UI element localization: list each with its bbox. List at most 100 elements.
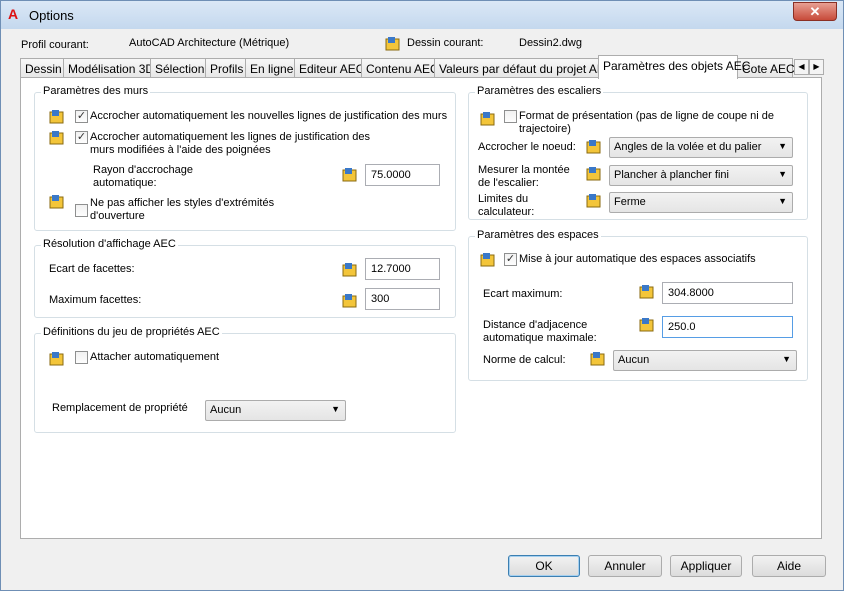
max-adjacency-input[interactable]: 250.0 (662, 316, 793, 338)
presentation-format-label-2: trajectoire) (519, 123, 571, 135)
profile-label: Profil courant: (21, 39, 89, 51)
drawing-value: Dessin2.dwg (519, 37, 582, 49)
tab-profils[interactable]: Profils (205, 58, 246, 78)
drawing-override-icon[interactable] (586, 139, 601, 154)
drawing-override-icon[interactable] (49, 109, 64, 124)
walls-autosnap-new-checkbox[interactable]: ✓ (75, 110, 88, 123)
auto-attach-label: Attacher automatiquement (90, 351, 220, 363)
hide-opening-endcaps-checkbox[interactable] (75, 204, 88, 217)
profile-value: AutoCAD Architecture (Métrique) (129, 37, 290, 49)
drawing-override-icon[interactable] (49, 194, 64, 209)
tab-scroll-left-icon[interactable]: ◀ (794, 59, 809, 75)
drawing-override-icon[interactable] (342, 262, 357, 277)
property-override-label: Remplacement de propriété (52, 402, 188, 414)
tab-contenu-aec[interactable]: Contenu AEC (361, 58, 439, 78)
tab-editeur-aec[interactable]: Editeur AEC (294, 58, 364, 78)
options-dialog: A Options ✕ Profil courant: AutoCAD Arch… (0, 0, 844, 591)
spaces-group: Paramètres des espaces ✓ Mise à jour aut… (468, 229, 808, 381)
walls-autosnap-grips-label-1: Accrocher automatiquement les lignes de … (90, 131, 371, 143)
property-sets-group-title: Définitions du jeu de propriétés AEC (41, 326, 222, 338)
resolution-group: Résolution d'affichage AEC Ecart de face… (34, 238, 456, 318)
title-bar: A Options ✕ (1, 1, 843, 29)
walls-autosnap-grips-label-2: murs modifiées à l'aide des poignées (90, 144, 271, 156)
calculator-limits-value: Ferme (614, 196, 646, 208)
tab-valeurs-par-defaut[interactable]: Valeurs par défaut du projet AEC (434, 58, 614, 78)
walls-group: Paramètres des murs ✓ Accrocher automati… (34, 85, 456, 231)
hide-opening-endcaps-label-2: d'ouverture (90, 210, 145, 222)
stairs-group-title: Paramètres des escaliers (475, 85, 604, 97)
snap-node-value: Angles de la volée et du palier (614, 141, 762, 153)
calc-standard-label: Norme de calcul: (483, 354, 566, 366)
snap-node-label: Accrocher le noeud: (478, 141, 576, 153)
max-facets-input[interactable]: 300 (365, 288, 440, 310)
autocad-logo-icon: A (8, 6, 19, 22)
tab-modelisation-3d[interactable]: Modélisation 3D (63, 58, 154, 78)
measure-rise-label-1: Mesurer la montée (478, 164, 570, 176)
chevron-down-icon: ▼ (782, 354, 791, 364)
tab-content-panel: Paramètres des murs ✓ Accrocher automati… (20, 77, 822, 539)
spaces-auto-update-label: Mise à jour automatique des espaces asso… (519, 253, 756, 265)
spaces-group-title: Paramètres des espaces (475, 229, 601, 241)
ok-button[interactable]: OK (508, 555, 580, 577)
drawing-icon (385, 37, 400, 51)
measure-rise-select[interactable]: Plancher à plancher fini ▼ (609, 165, 793, 186)
drawing-override-icon[interactable] (586, 166, 601, 181)
tab-parametres-objets-aec[interactable]: Paramètres des objets AEC (598, 55, 750, 79)
drawing-override-icon[interactable] (342, 293, 357, 308)
measure-rise-label-2: de l'escalier: (478, 177, 539, 189)
measure-rise-value: Plancher à plancher fini (614, 169, 729, 181)
max-gap-label: Ecart maximum: (483, 288, 563, 300)
spaces-auto-update-checkbox[interactable]: ✓ (504, 253, 517, 266)
property-sets-group: Définitions du jeu de propriétés AEC Att… (34, 326, 456, 433)
snap-radius-input[interactable]: 75.0000 (365, 164, 440, 186)
chevron-down-icon: ▼ (331, 404, 340, 414)
drawing-override-icon[interactable] (49, 351, 64, 366)
walls-autosnap-new-label: Accrocher automatiquement les nouvelles … (90, 110, 448, 122)
tab-en-ligne[interactable]: En ligne (245, 58, 295, 78)
drawing-override-icon[interactable] (586, 193, 601, 208)
apply-button[interactable]: Appliquer (670, 555, 742, 577)
calculator-limits-label-1: Limites du (478, 193, 529, 205)
max-facets-label: Maximum facettes: (49, 294, 142, 306)
property-override-value: Aucun (210, 404, 242, 416)
drawing-override-icon[interactable] (639, 284, 654, 299)
snap-radius-label-1: Rayon d'accrochage (93, 164, 193, 176)
max-adjacency-label-2: automatique maximale: (483, 332, 597, 344)
calculator-limits-label-2: calculateur: (478, 206, 535, 218)
drawing-override-icon[interactable] (49, 130, 64, 145)
walls-group-title: Paramètres des murs (41, 85, 151, 97)
snap-radius-label-2: automatique: (93, 177, 157, 189)
tab-selection[interactable]: Sélection (150, 58, 206, 78)
facet-deviation-label: Ecart de facettes: (49, 263, 135, 275)
calc-standard-value: Aucun (618, 354, 650, 366)
presentation-format-label-1: Format de présentation (pas de ligne de … (519, 110, 774, 122)
drawing-override-icon[interactable] (590, 351, 605, 366)
hide-opening-endcaps-label-1: Ne pas afficher les styles d'extrémités (90, 197, 275, 209)
drawing-override-icon[interactable] (639, 317, 654, 332)
property-override-select[interactable]: Aucun ▼ (205, 400, 346, 421)
resolution-group-title: Résolution d'affichage AEC (41, 238, 178, 250)
drawing-override-icon[interactable] (480, 111, 495, 126)
chevron-down-icon: ▼ (778, 196, 787, 206)
max-adjacency-label-1: Distance d'adjacence (483, 319, 588, 331)
calc-standard-select[interactable]: Aucun ▼ (613, 350, 797, 371)
stairs-group: Paramètres des escaliers Format de prése… (468, 85, 808, 220)
facet-deviation-input[interactable]: 12.7000 (365, 258, 440, 280)
calculator-limits-select[interactable]: Ferme ▼ (609, 192, 793, 213)
chevron-down-icon: ▼ (778, 169, 787, 179)
drawing-override-icon[interactable] (342, 167, 357, 182)
close-button[interactable]: ✕ (793, 2, 837, 21)
drawing-label: Dessin courant: (407, 37, 484, 49)
walls-autosnap-grips-checkbox[interactable]: ✓ (75, 131, 88, 144)
tab-scroll-right-icon[interactable]: ▶ (809, 59, 824, 75)
presentation-format-checkbox[interactable] (504, 110, 517, 123)
chevron-down-icon: ▼ (778, 141, 787, 151)
drawing-override-icon[interactable] (480, 252, 495, 267)
auto-attach-checkbox[interactable] (75, 351, 88, 364)
window-title: Options (29, 8, 74, 23)
tab-dessin[interactable]: Dessin (20, 58, 64, 78)
help-button[interactable]: Aide (752, 555, 826, 577)
max-gap-input[interactable]: 304.8000 (662, 282, 793, 304)
cancel-button[interactable]: Annuler (588, 555, 662, 577)
snap-node-select[interactable]: Angles de la volée et du palier ▼ (609, 137, 793, 158)
